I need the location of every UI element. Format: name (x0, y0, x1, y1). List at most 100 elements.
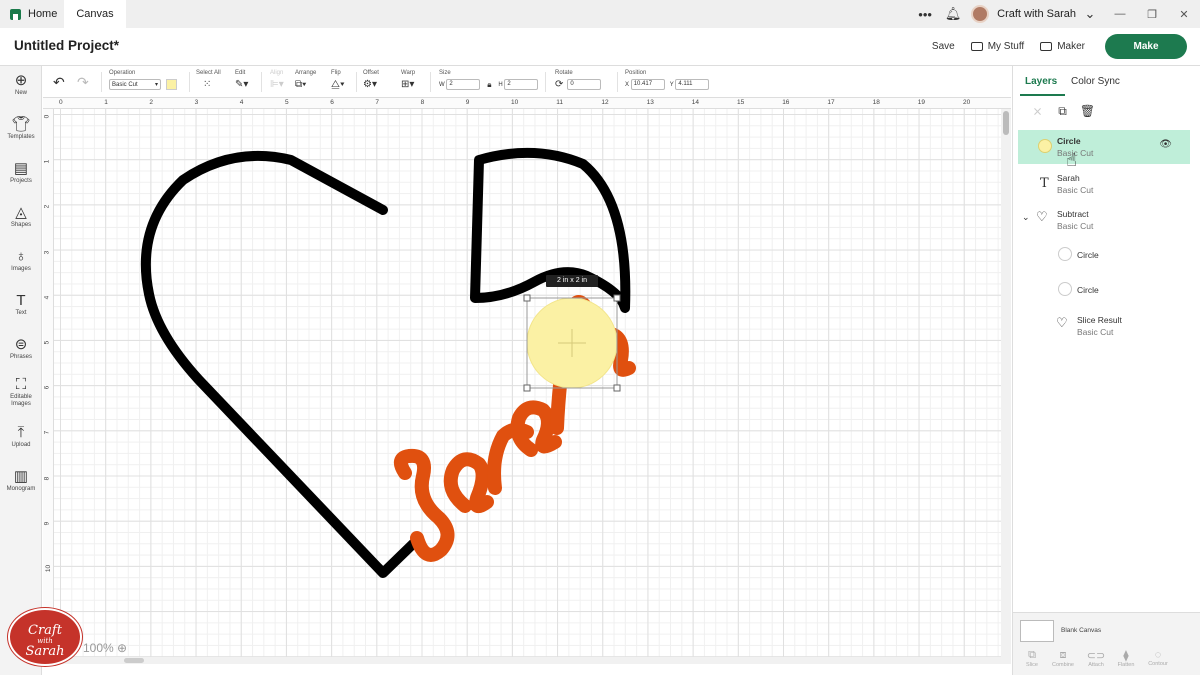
edit-toolbar: ↶ ↷ Operation Basic Cut ▾ Select All ⁙ Ed… (43, 66, 1011, 98)
layer-row-circle-child[interactable]: Circle (1018, 238, 1190, 272)
warp-icon[interactable]: ⊞▾ (401, 79, 415, 90)
hand-cursor-icon: ☝︎ (1066, 150, 1077, 170)
redo-icon[interactable]: ↷ (77, 74, 89, 91)
project-header: Untitled Project* Save My Stuff Maker Ma… (0, 28, 1200, 66)
sidebar-item-templates[interactable]: 👕︎ Templates (0, 116, 42, 141)
width-input[interactable]: 2 (446, 79, 481, 90)
rotate-icon: ⟳ (555, 79, 564, 90)
edit-group: Edit ✎▾ (235, 70, 249, 90)
edit-pencil-icon[interactable]: ✎▾ (235, 79, 248, 90)
circle-selection[interactable] (523, 294, 621, 392)
blank-canvas-swatch[interactable] (1020, 620, 1054, 642)
design-canvas[interactable]: 0 1 2 3 4 5 6 7 8 9 10 11 12 13 14 15 16 17 18 19 20 0123456… (43, 98, 1011, 664)
projects-icon: ▤ (13, 160, 29, 177)
editable-images-icon: ⛶ (15, 376, 27, 393)
layer-row-subtract[interactable]: ⌄ ♡ Subtract Basic Cut (1018, 203, 1190, 237)
vertical-scrollbar[interactable] (1001, 109, 1011, 664)
layer-row-circle-child[interactable]: Circle (1018, 273, 1190, 307)
size-group: Size W 2 🔒︎ H 2 (439, 70, 539, 90)
position-group: Position X 10.417 Y 4.111 (625, 70, 710, 90)
sidebar-item-text[interactable]: T Text (0, 292, 42, 317)
layers-panel: Layers Color Sync ⨯ ⧉ 🗑︎ Circle Basic Cu… (1012, 66, 1200, 675)
avatar[interactable] (971, 5, 990, 23)
sidebar-item-new[interactable]: ⊕ New (0, 72, 42, 97)
save-button[interactable]: Save (932, 41, 955, 52)
resize-handle[interactable] (523, 384, 531, 392)
make-button[interactable]: Make (1105, 34, 1187, 59)
attach-icon: ⊂⊃ (1086, 650, 1106, 662)
sidebar-item-editable-images[interactable]: ⛶ Editable Images (0, 376, 42, 408)
flip-icon[interactable]: ⧋▾ (331, 79, 345, 90)
sidebar-item-projects[interactable]: ▤ Projects (0, 160, 42, 185)
operation-select[interactable]: Basic Cut ▾ (109, 79, 161, 90)
select-all-icon[interactable]: ⁙ (196, 79, 221, 90)
flatten-button[interactable]: ⧫ Flatten (1111, 649, 1141, 668)
zoom-in-icon[interactable]: ⊕ (117, 641, 127, 655)
rotate-input[interactable]: 0 (567, 79, 602, 90)
sidebar-item-shapes[interactable]: ◬ Shapes (0, 204, 42, 229)
eye-icon[interactable]: 👁︎ (1159, 139, 1172, 150)
close-icon[interactable]: ✕ (1168, 8, 1200, 21)
layer-row-circle[interactable]: Circle Basic Cut 👁︎ (1018, 130, 1190, 164)
tab-layers[interactable]: Layers (1025, 76, 1057, 87)
warp-group: Warp ⊞▾ (401, 70, 416, 90)
circle-icon (1038, 139, 1052, 153)
upload-icon: ⤒ (17, 424, 25, 441)
resize-handle[interactable] (523, 294, 531, 302)
tab-canvas[interactable]: Canvas (64, 0, 126, 28)
offset-icon[interactable]: ⚙▾ (363, 79, 379, 90)
undo-icon[interactable]: ↶ (53, 74, 65, 91)
text-icon: T (1040, 176, 1049, 191)
align-icon[interactable]: ⊫▾ (270, 79, 284, 90)
layers-footer: Blank Canvas ⧉ Slice ⧈ Combine ⊂⊃ Attach ⧫ F… (1013, 612, 1200, 675)
circle-icon (1058, 247, 1072, 261)
combine-icon: ⧈ (1059, 649, 1067, 661)
sidebar-item-monogram[interactable]: ▥ Monogram (0, 468, 42, 493)
trash-icon[interactable]: 🗑︎ (1075, 104, 1100, 119)
align-group: Align ⊫▾ (270, 70, 284, 90)
home-icon (10, 8, 21, 20)
sidebar-item-upload[interactable]: ⤒ Upload (0, 424, 42, 449)
circle-icon (1058, 282, 1072, 296)
layer-row-slice-result[interactable]: ♡ Slice Result Basic Cut (1018, 309, 1190, 343)
flatten-icon: ⧫ (1123, 650, 1129, 662)
resize-handle[interactable] (613, 294, 621, 302)
duplicate-icon[interactable]: ⧉ (1050, 104, 1075, 119)
operation-color-swatch[interactable] (166, 79, 177, 90)
size-tooltip: 2 in x 2 in (546, 275, 598, 287)
project-title[interactable]: Untitled Project* (14, 38, 119, 53)
sidebar-item-images[interactable]: ♁ Images (0, 248, 42, 273)
minimize-icon[interactable]: — (1104, 8, 1136, 20)
select-all-group: Select All ⁙ (196, 70, 221, 90)
heart-icon: ♡ (1056, 315, 1068, 330)
tab-home[interactable]: Home (0, 0, 64, 28)
attach-button[interactable]: ⊂⊃ Attach (1081, 649, 1111, 668)
horizontal-scrollbar[interactable] (54, 657, 1001, 664)
images-icon: ♁ (15, 248, 27, 265)
combine-button[interactable]: ⧈ Combine (1048, 649, 1078, 668)
phrases-icon: ⊜ (14, 336, 28, 353)
my-stuff-button[interactable]: My Stuff (970, 41, 1024, 52)
chevron-down-icon[interactable]: ⌄ (1022, 212, 1030, 223)
tab-canvas-label: Canvas (76, 8, 114, 20)
arrange-icon[interactable]: ⧉▾ (295, 79, 316, 90)
chevron-down-icon[interactable]: ⌄ (1076, 6, 1104, 22)
layer-row-sarah[interactable]: T Sarah Basic Cut (1018, 167, 1190, 201)
maker-button[interactable]: Maker (1040, 41, 1085, 52)
bell-icon[interactable]: 🔔︎ (939, 6, 967, 22)
hide-icon[interactable]: ⨯ (1025, 104, 1050, 119)
more-menu-icon[interactable]: ••• (911, 7, 939, 22)
account-name[interactable]: Craft with Sarah (997, 8, 1076, 20)
sidebar-item-phrases[interactable]: ⊜ Phrases (0, 336, 42, 361)
zoom-level[interactable]: 100% ⊕ (83, 641, 127, 655)
x-input[interactable]: 10.417 (630, 79, 665, 90)
tab-color-sync[interactable]: Color Sync (1071, 76, 1120, 87)
y-input[interactable]: 4.111 (675, 79, 710, 90)
resize-handle[interactable] (613, 384, 621, 392)
restore-icon[interactable]: ❐ (1136, 8, 1168, 21)
slice-button[interactable]: ⧉ Slice (1017, 649, 1047, 668)
height-input[interactable]: 2 (504, 79, 539, 90)
contour-button[interactable]: ◌ Contour (1143, 649, 1173, 667)
lock-icon[interactable]: 🔒︎ (480, 80, 498, 90)
monogram-icon: ▥ (13, 468, 29, 485)
